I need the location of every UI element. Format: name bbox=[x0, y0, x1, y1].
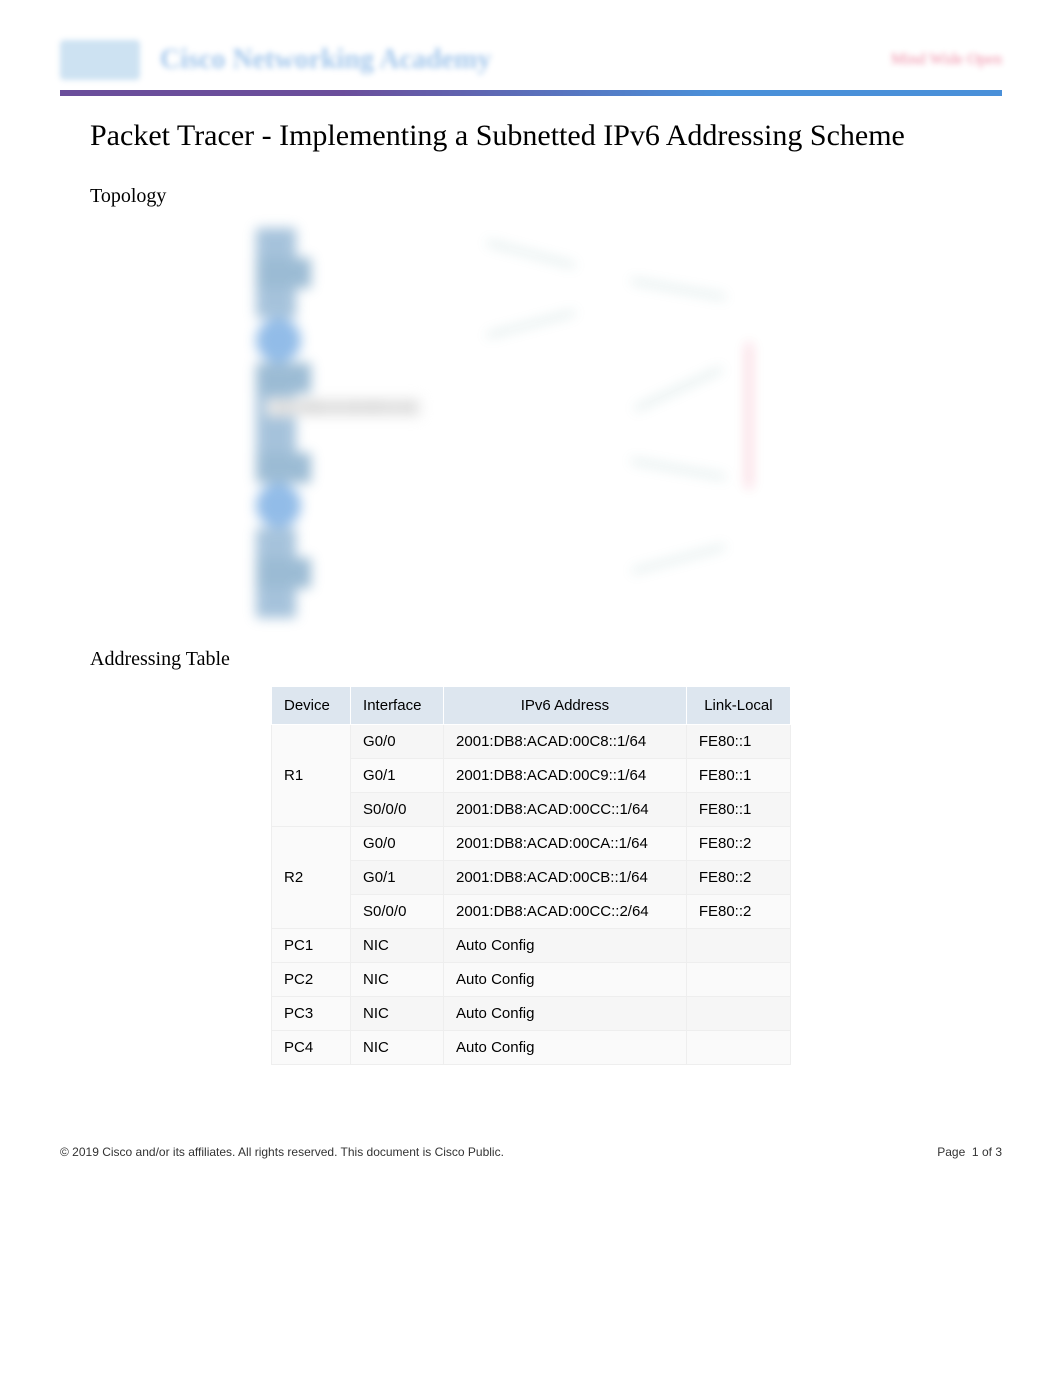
topology-switch-icon bbox=[256, 558, 311, 588]
table-row: R1G0/02001:DB8:ACAD:00C8::1/64FE80::1 bbox=[272, 725, 791, 759]
topology-link bbox=[635, 368, 722, 410]
header-tagline: Mind Wide Open bbox=[891, 51, 1002, 69]
topology-switch-icon bbox=[256, 258, 311, 288]
table-row: PC3NICAuto Config bbox=[272, 997, 791, 1031]
cell-interface: G0/0 bbox=[351, 827, 444, 861]
cell-link-local: FE80::2 bbox=[686, 827, 790, 861]
topology-switch-icon bbox=[256, 363, 311, 393]
topology-serial-link bbox=[748, 343, 750, 488]
header-brand-text: Cisco Networking Academy bbox=[160, 44, 891, 76]
cisco-logo bbox=[60, 40, 140, 80]
table-header-row: Device Interface IPv6 Address Link-Local bbox=[272, 687, 791, 725]
topology-link bbox=[632, 546, 724, 573]
cell-device: PC1 bbox=[272, 929, 351, 963]
topology-link bbox=[487, 311, 574, 336]
topology-diagram: 2001:DB8:ACAD:00C8::/64 bbox=[60, 228, 1002, 608]
cell-link-local: FE80::1 bbox=[686, 725, 790, 759]
cell-interface: G0/1 bbox=[351, 759, 444, 793]
cell-interface: NIC bbox=[351, 997, 444, 1031]
table-row: PC1NICAuto Config bbox=[272, 929, 791, 963]
cell-interface: S0/0/0 bbox=[351, 793, 444, 827]
section-topology-heading: Topology bbox=[90, 185, 1002, 208]
cell-device: PC4 bbox=[272, 1031, 351, 1065]
cell-ipv6: Auto Config bbox=[444, 929, 687, 963]
cell-link-local: FE80::2 bbox=[686, 861, 790, 895]
cell-device: R1 bbox=[272, 725, 351, 827]
footer-page-label: Page bbox=[937, 1145, 965, 1159]
cell-link-local bbox=[686, 997, 790, 1031]
cell-link-local: FE80::1 bbox=[686, 759, 790, 793]
cell-interface: NIC bbox=[351, 1031, 444, 1065]
cell-ipv6: 2001:DB8:ACAD:00CA::1/64 bbox=[444, 827, 687, 861]
footer-copyright: © 2019 Cisco and/or its affiliates. All … bbox=[60, 1145, 504, 1159]
topology-router-icon bbox=[256, 483, 301, 528]
cell-ipv6: 2001:DB8:ACAD:00CB::1/64 bbox=[444, 861, 687, 895]
cell-ipv6: Auto Config bbox=[444, 1031, 687, 1065]
cell-link-local bbox=[686, 1031, 790, 1065]
col-ipv6: IPv6 Address bbox=[444, 687, 687, 725]
topology-router-icon bbox=[256, 318, 301, 363]
topology-link bbox=[487, 241, 574, 266]
col-device: Device bbox=[272, 687, 351, 725]
addressing-table: Device Interface IPv6 Address Link-Local… bbox=[271, 686, 791, 1065]
header-gradient-bar bbox=[60, 90, 1002, 96]
cell-device: PC3 bbox=[272, 997, 351, 1031]
col-link-local: Link-Local bbox=[686, 687, 790, 725]
cell-interface: NIC bbox=[351, 963, 444, 997]
cell-ipv6: 2001:DB8:ACAD:00CC::2/64 bbox=[444, 895, 687, 929]
cell-link-local: FE80::2 bbox=[686, 895, 790, 929]
footer-page-current: 1 bbox=[972, 1145, 979, 1159]
cell-link-local bbox=[686, 929, 790, 963]
topology-link bbox=[632, 280, 726, 298]
section-addressing-heading: Addressing Table bbox=[90, 648, 1002, 671]
table-row: R2G0/02001:DB8:ACAD:00CA::1/64FE80::2 bbox=[272, 827, 791, 861]
footer-page-of: of bbox=[982, 1145, 992, 1159]
col-interface: Interface bbox=[351, 687, 444, 725]
table-row: PC4NICAuto Config bbox=[272, 1031, 791, 1065]
topology-switch-icon bbox=[256, 453, 311, 483]
cell-ipv6: 2001:DB8:ACAD:00C9::1/64 bbox=[444, 759, 687, 793]
topology-pc-icon bbox=[256, 228, 296, 258]
topology-pc-icon bbox=[256, 528, 296, 558]
cell-interface: G0/1 bbox=[351, 861, 444, 895]
cell-ipv6: Auto Config bbox=[444, 997, 687, 1031]
cell-interface: S0/0/0 bbox=[351, 895, 444, 929]
cell-interface: NIC bbox=[351, 929, 444, 963]
cell-link-local bbox=[686, 963, 790, 997]
topology-pc-icon bbox=[256, 288, 296, 318]
addressing-table-wrapper: Device Interface IPv6 Address Link-Local… bbox=[60, 686, 1002, 1065]
cell-interface: G0/0 bbox=[351, 725, 444, 759]
topology-subnet-label: 2001:DB8:ACAD:00C8::/64 bbox=[266, 398, 421, 417]
cell-device: PC2 bbox=[272, 963, 351, 997]
cell-ipv6: 2001:DB8:ACAD:00C8::1/64 bbox=[444, 725, 687, 759]
document-header: Cisco Networking Academy Mind Wide Open bbox=[60, 30, 1002, 90]
topology-pc-icon bbox=[256, 588, 296, 618]
topology-pc-icon bbox=[256, 423, 296, 453]
footer-page-number: Page 1 of 3 bbox=[937, 1145, 1002, 1159]
topology-link bbox=[632, 460, 726, 478]
cell-ipv6: 2001:DB8:ACAD:00CC::1/64 bbox=[444, 793, 687, 827]
cell-ipv6: Auto Config bbox=[444, 963, 687, 997]
footer-page-total: 3 bbox=[995, 1145, 1002, 1159]
table-row: PC2NICAuto Config bbox=[272, 963, 791, 997]
page-title: Packet Tracer - Implementing a Subnetted… bbox=[90, 116, 1002, 155]
cell-link-local: FE80::1 bbox=[686, 793, 790, 827]
page-footer: © 2019 Cisco and/or its affiliates. All … bbox=[60, 1145, 1002, 1159]
cell-device: R2 bbox=[272, 827, 351, 929]
